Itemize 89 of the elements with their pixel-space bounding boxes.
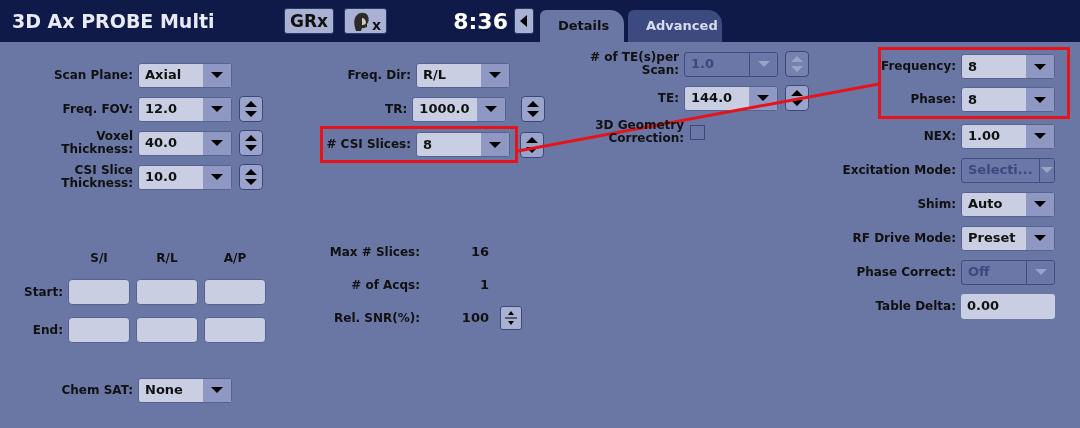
field-label: Voxel Thickness: <box>60 130 133 156</box>
info-label: # of Acqs: <box>350 276 420 294</box>
field-label: TE: <box>657 91 679 105</box>
field-label: Freq. FOV: <box>62 102 133 116</box>
graphic-rx-button[interactable]: GRx <box>284 8 334 34</box>
coordinate-field[interactable] <box>68 279 130 305</box>
field-label: Phase Correct: <box>856 265 956 279</box>
coordinate-field[interactable] <box>68 317 130 343</box>
dropdown[interactable]: 1.00 <box>961 123 1055 149</box>
up-down-arrows-icon <box>244 168 258 186</box>
dropdown-arrow-icon <box>1033 62 1047 71</box>
dropdown-arrow-icon <box>1033 132 1047 140</box>
dropdown[interactable]: Preset <box>961 225 1055 251</box>
spinner-button[interactable] <box>239 164 263 190</box>
up-down-arrows-icon <box>244 134 258 152</box>
dropdown-arrow-icon <box>210 105 224 113</box>
tab[interactable]: Advanced <box>628 10 722 42</box>
dropdown[interactable]: 40.0 <box>138 130 232 156</box>
coordinate-field[interactable] <box>204 279 266 305</box>
coordinate-field[interactable] <box>136 317 198 343</box>
coordinate-field[interactable] <box>136 279 198 305</box>
dropdown-arrow-icon <box>1033 95 1047 104</box>
field-label: Phase: <box>910 93 956 106</box>
dropdown[interactable]: R/L <box>416 62 510 88</box>
dropdown[interactable]: Auto <box>961 191 1055 217</box>
tab[interactable]: Details <box>540 10 624 42</box>
divide-button[interactable] <box>500 305 522 330</box>
info-value: 100 <box>460 308 489 327</box>
field-label: Chem SAT: <box>61 383 133 397</box>
collapse-button[interactable] <box>514 8 534 34</box>
window-title: 3D Ax PROBE Multi <box>12 8 216 34</box>
field-label: Excitation Mode: <box>842 163 956 177</box>
dropdown-arrow-icon <box>484 105 499 113</box>
row-label: Start: <box>23 284 64 301</box>
info-value: 16 <box>469 242 489 261</box>
spinner-button[interactable] <box>239 130 263 156</box>
info-label: Rel. SNR(%): <box>333 309 420 327</box>
field-label: Freq. Dir: <box>347 68 411 82</box>
dropdown-arrow-icon <box>1039 166 1054 174</box>
field-label: # CSI Slices: <box>326 138 411 151</box>
spinner-button[interactable] <box>239 96 263 122</box>
up-down-arrows-icon <box>526 100 541 118</box>
patient-button[interactable]: x <box>344 8 388 34</box>
coordinate-field[interactable] <box>204 317 266 343</box>
dropdown-arrow-icon <box>1033 200 1047 208</box>
dropdown-arrow-icon <box>210 139 224 147</box>
dropdown[interactable]: 8 <box>416 132 510 157</box>
checkbox[interactable] <box>690 124 705 140</box>
field-label: TR: <box>385 102 408 116</box>
column-header: A/P <box>222 250 248 267</box>
row-label: End: <box>31 322 64 339</box>
dropdown[interactable]: None <box>138 377 232 403</box>
spinner-button[interactable] <box>521 96 545 122</box>
dropdown-arrow-icon <box>756 60 771 68</box>
dropdown-arrow-icon <box>488 140 502 149</box>
dropdown[interactable]: 8 <box>961 87 1055 112</box>
divide-icon <box>505 310 517 325</box>
dropdown-arrow-icon <box>1033 234 1047 242</box>
info-label: Max # Slices: <box>328 243 420 261</box>
up-down-arrows-icon <box>525 135 539 154</box>
up-down-arrows-icon <box>244 100 258 118</box>
field-label: Scan Plane: <box>53 68 133 82</box>
dropdown-arrow-icon <box>210 173 224 181</box>
dropdown-arrow-icon <box>210 71 224 79</box>
dropdown-arrow-icon <box>1033 268 1048 276</box>
column-header: S/I <box>89 250 109 267</box>
dropdown[interactable]: 8 <box>961 54 1055 79</box>
field-label: # of TE(s)per Scan: <box>589 51 679 77</box>
info-value: 1 <box>478 275 489 294</box>
left-arrow-icon <box>520 15 528 27</box>
dropdown-arrow-icon <box>488 71 502 79</box>
input-field[interactable]: 0.00 <box>961 293 1055 319</box>
dropdown[interactable]: 12.0 <box>138 96 232 122</box>
field-label: Shim: <box>917 197 956 211</box>
dropdown[interactable]: 10.0 <box>138 164 232 190</box>
dropdown[interactable]: 1000.0 <box>412 96 507 122</box>
field-label: CSI Slice Thickness: <box>60 164 133 190</box>
dropdown-arrow-icon <box>210 386 224 394</box>
field-label: Frequency: <box>881 60 957 73</box>
column-header: R/L <box>155 250 179 267</box>
field-label: Table Delta: <box>875 299 956 313</box>
field-label: RF Drive Mode: <box>852 231 956 245</box>
up-down-arrows-icon <box>790 89 804 107</box>
dropdown[interactable]: Axial <box>138 62 232 88</box>
up-down-arrows-icon <box>790 55 804 73</box>
dropdown[interactable]: 144.0 <box>684 85 778 111</box>
clock-time: 8:36 <box>453 7 508 36</box>
field-label: NEX: <box>923 129 956 143</box>
dropdown-arrow-icon <box>756 94 770 102</box>
